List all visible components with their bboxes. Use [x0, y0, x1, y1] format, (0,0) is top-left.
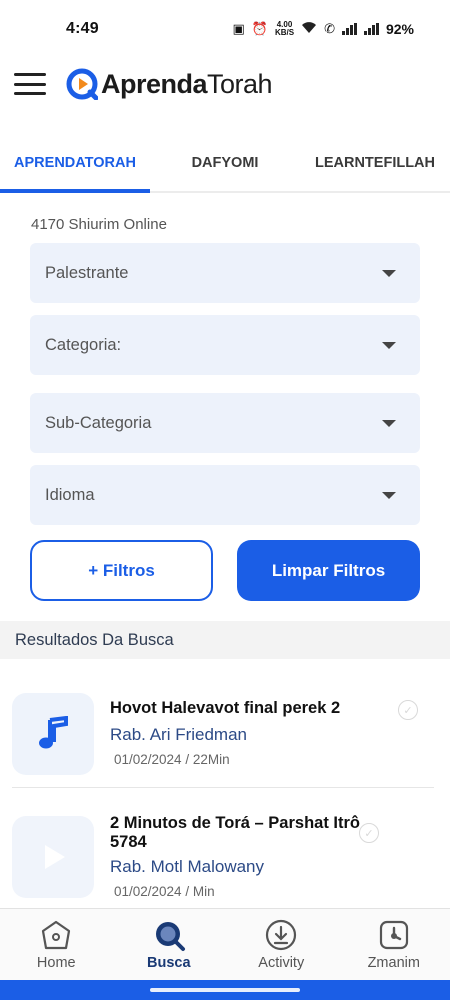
app-header: AprendaTorah — [0, 58, 450, 110]
tab-aprendatorah[interactable]: APRENDATORAH — [0, 135, 150, 193]
brand-bold: Aprenda — [101, 68, 208, 99]
result-item[interactable]: Hovot Halevavot final perek 2 Rab. Ari F… — [0, 690, 450, 787]
wifi-icon — [301, 21, 317, 37]
nfc-icon: ▣ — [232, 21, 245, 36]
nav-home-label: Home — [36, 955, 76, 971]
signal-2-icon — [363, 23, 379, 35]
clock-icon — [379, 920, 408, 950]
language-select[interactable]: Idioma — [30, 465, 420, 525]
check-circle-icon[interactable]: ✓ — [398, 700, 418, 720]
nav-busca-label: Busca — [146, 955, 191, 971]
home-icon — [42, 920, 71, 950]
nav-zmanim-label: Zmanim — [367, 955, 420, 971]
nav-busca[interactable]: Busca — [113, 909, 226, 980]
brand-light: Torah — [207, 68, 273, 99]
result-item[interactable]: 2 Minutos de Torá – Parshat Itrô 5784 Ra… — [0, 810, 450, 910]
language-select-label: Idioma — [45, 485, 95, 504]
result-title[interactable]: 2 Minutos de Torá – Parshat Itrô 5784 — [110, 814, 370, 852]
menu-line-icon — [14, 82, 46, 86]
subcategory-select[interactable]: Sub-Categoria — [30, 393, 420, 453]
home-indicator[interactable] — [150, 988, 300, 992]
result-title[interactable]: Hovot Halevavot final perek 2 — [110, 699, 370, 718]
tab-learntefillah[interactable]: LEARNTEFILLAH — [300, 135, 450, 191]
category-select-label: Categoria: — [45, 335, 122, 354]
speaker-select-label: Palestrante — [45, 263, 129, 282]
results-heading: Resultados Da Busca — [0, 621, 450, 659]
status-time: 4:49 — [66, 20, 99, 37]
check-circle-icon[interactable]: ✓ — [359, 823, 379, 843]
music-note-icon — [39, 716, 68, 749]
shiurim-count: 4170 Shiurim Online — [31, 216, 167, 233]
result-thumbnail[interactable] — [12, 693, 94, 775]
status-bar: 4:49 ▣ ⏰ 4.00 KB/S ✆ 92% — [0, 0, 450, 58]
caret-down-icon — [382, 341, 396, 349]
network-speed-unit: KB/S — [274, 28, 295, 37]
bottom-nav: Home Busca Activity Zmanim — [0, 908, 450, 980]
result-meta: 01/02/2024 / Min — [114, 884, 215, 899]
menu-button[interactable] — [14, 73, 46, 95]
result-author[interactable]: Rab. Ari Friedman — [110, 725, 247, 745]
signal-1-icon — [341, 23, 357, 35]
nav-activity[interactable]: Activity — [225, 909, 338, 980]
caret-down-icon — [382, 269, 396, 277]
alarm-icon: ⏰ — [251, 21, 268, 36]
nav-activity-label: Activity — [258, 955, 305, 971]
clear-filters-button[interactable]: Limpar Filtros — [237, 540, 420, 601]
status-icons: ▣ ⏰ 4.00 KB/S ✆ 92% — [232, 21, 414, 38]
result-thumbnail[interactable] — [12, 816, 94, 898]
search-icon — [155, 922, 185, 951]
nav-zmanim[interactable]: Zmanim — [338, 909, 450, 980]
divider — [12, 787, 434, 788]
battery-level: 92% — [385, 21, 414, 37]
system-gesture-bar — [0, 980, 450, 1000]
network-speed: 4.00 KB/S — [275, 21, 294, 37]
result-meta: 01/02/2024 / 22Min — [114, 752, 230, 767]
download-icon — [266, 919, 297, 951]
call-icon: ✆ — [324, 21, 335, 36]
tab-dafyomi[interactable]: DAFYOMI — [150, 135, 300, 191]
nav-home[interactable]: Home — [0, 909, 113, 980]
logo-mark-icon — [66, 68, 98, 100]
menu-line-icon — [14, 73, 46, 76]
play-icon — [45, 845, 65, 869]
source-tabs: APRENDATORAH DAFYOMI LEARNTEFILLAH — [0, 135, 450, 193]
subcategory-select-label: Sub-Categoria — [45, 413, 152, 432]
brand-name: AprendaTorah — [101, 68, 273, 100]
category-select[interactable]: Categoria: — [30, 315, 420, 375]
caret-down-icon — [382, 419, 396, 427]
more-filters-button[interactable]: + Filtros — [30, 540, 213, 601]
result-author[interactable]: Rab. Motl Malowany — [110, 857, 264, 877]
app-logo: AprendaTorah — [66, 68, 273, 100]
caret-down-icon — [382, 491, 396, 499]
speaker-select[interactable]: Palestrante — [30, 243, 420, 303]
menu-line-icon — [14, 92, 46, 95]
